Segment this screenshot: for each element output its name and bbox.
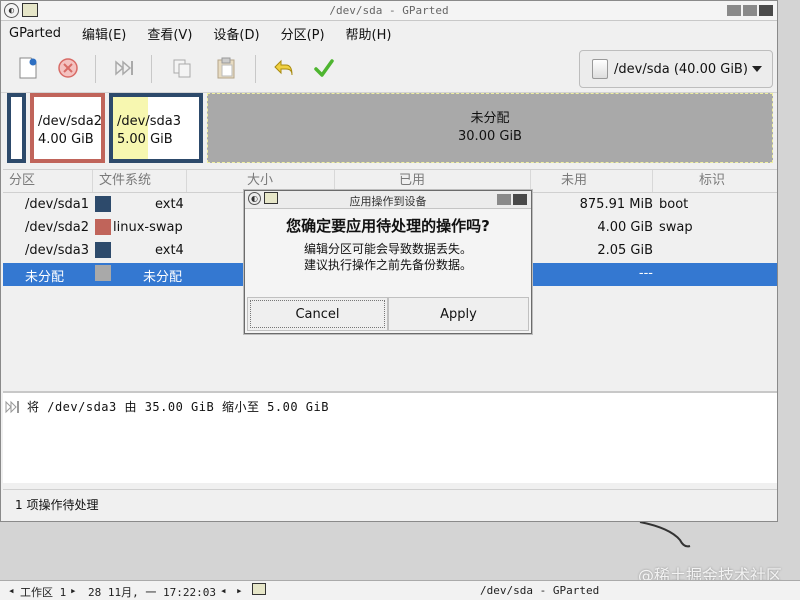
- device-selector[interactable]: /dev/sda (40.00 GiB): [579, 50, 773, 88]
- unused-value: ---: [638, 266, 653, 281]
- chevron-down-icon: [752, 66, 762, 72]
- statusbar: 1 项操作待处理: [3, 489, 777, 517]
- dialog-message: 编辑分区可能会导致数据丢失。 建议执行操作之前先备份数据。: [245, 241, 531, 273]
- new-icon: [19, 57, 37, 79]
- flags-value: swap: [659, 220, 693, 235]
- filesystem-label: ext4: [155, 197, 184, 212]
- partition-name: 未分配: [25, 270, 65, 285]
- column-unused[interactable]: 未用: [531, 170, 653, 192]
- partition-block-sda2[interactable]: /dev/sda2 4.00 GiB: [30, 93, 105, 163]
- column-partition[interactable]: 分区: [3, 170, 93, 192]
- apply-icon: [314, 59, 334, 77]
- paste-button[interactable]: [211, 53, 241, 83]
- filesystem-color-swatch: [95, 242, 111, 258]
- toolbar-separator: [95, 55, 96, 83]
- copy-icon: [173, 59, 191, 78]
- flags-value: boot: [659, 197, 689, 212]
- resize-icon: [5, 400, 19, 413]
- undo-icon: [274, 59, 293, 76]
- dialog-titlebar[interactable]: ◐ 应用操作到设备: [245, 191, 531, 209]
- partition-block-sda1[interactable]: [7, 93, 26, 163]
- arrow-left-icon[interactable]: ◂: [220, 584, 227, 597]
- dialog-message-line: 建议执行操作之前先备份数据。: [303, 258, 472, 272]
- workspace-label[interactable]: 工作区 1: [20, 584, 66, 600]
- partition-name: /dev/sda2: [25, 220, 89, 235]
- unused-value: 2.05 GiB: [597, 243, 653, 258]
- menu-gparted[interactable]: GParted: [9, 26, 70, 41]
- partition-block-name: /dev/sda2: [38, 114, 102, 129]
- partition-block-size: 30.00 GiB: [458, 129, 522, 144]
- menubar: GParted 编辑(E) 查看(V) 设备(D) 分区(P) 帮助(H): [1, 21, 777, 45]
- filesystem-color-swatch: [95, 219, 111, 235]
- menu-edit[interactable]: 编辑(E): [82, 24, 135, 43]
- filesystem-color-swatch: [95, 196, 111, 212]
- taskbar: ◂ 工作区 1 ▸ 28 11月, 一 17:22:03 ◂ ▸ /dev/sd…: [0, 580, 800, 600]
- taskbar-window-title[interactable]: /dev/sda - GParted: [480, 584, 599, 597]
- partition-block-sda3[interactable]: /dev/sda3 5.00 GiB: [109, 93, 203, 163]
- cancel-button[interactable]: Cancel: [247, 297, 388, 331]
- partition-block-name: /dev/sda3: [117, 114, 181, 129]
- paste-icon: [217, 57, 235, 79]
- menu-partition[interactable]: 分区(P): [281, 24, 334, 43]
- column-flags[interactable]: 标识: [653, 170, 775, 192]
- arrow-left-icon[interactable]: ◂: [8, 584, 15, 597]
- delete-icon: [58, 58, 78, 78]
- new-partition-button[interactable]: [13, 53, 43, 83]
- filesystem-label: 未分配: [143, 270, 183, 285]
- close-button[interactable]: [513, 194, 527, 205]
- operation-item[interactable]: 将 /dev/sda3 由 35.00 GiB 缩小至 5.00 GiB: [5, 398, 329, 415]
- partition-name: /dev/sda3: [25, 243, 89, 258]
- partition-map: /dev/sda2 4.00 GiB /dev/sda3 5.00 GiB 未分…: [7, 93, 773, 165]
- menu-view[interactable]: 查看(V): [147, 24, 201, 43]
- maximize-button[interactable]: [497, 194, 511, 205]
- copy-button[interactable]: [167, 53, 197, 83]
- dialog-message-line: 编辑分区可能会导致数据丢失。: [303, 242, 472, 256]
- filesystem-label: ext4: [155, 243, 184, 258]
- disk-icon: [592, 59, 608, 79]
- unused-value: 4.00 GiB: [597, 220, 653, 235]
- undo-button[interactable]: [269, 53, 299, 83]
- menu-device[interactable]: 设备(D): [213, 24, 268, 43]
- delete-partition-button[interactable]: [53, 53, 83, 83]
- window-title: /dev/sda - GParted: [329, 4, 449, 17]
- column-filesystem[interactable]: 文件系统: [93, 170, 187, 192]
- device-label: /dev/sda (40.00 GiB): [614, 61, 748, 77]
- clock: 28 11月, 一 17:22:03: [88, 586, 216, 599]
- apply-button[interactable]: [309, 53, 339, 83]
- dialog-title: 应用操作到设备: [349, 195, 427, 208]
- partition-block-size: 5.00 GiB: [117, 132, 173, 147]
- unused-value: 875.91 MiB: [579, 197, 653, 212]
- toolbar: /dev/sda (40.00 GiB): [1, 45, 777, 93]
- minimize-button[interactable]: [727, 5, 741, 16]
- app-icon[interactable]: [252, 583, 266, 595]
- partition-block-size: 4.00 GiB: [38, 132, 94, 147]
- arrow-right-icon[interactable]: ▸: [236, 584, 243, 597]
- toolbar-separator: [151, 55, 152, 83]
- filesystem-label: linux-swap: [113, 220, 183, 235]
- partition-block-unallocated[interactable]: 未分配 30.00 GiB: [207, 93, 773, 163]
- status-text: 1 项操作待处理: [15, 498, 99, 512]
- dialog-heading: 您确定要应用待处理的操作吗?: [286, 217, 490, 235]
- dialog-buttons: Cancel Apply: [247, 297, 529, 331]
- resize-icon: [115, 60, 133, 76]
- column-size[interactable]: 大小: [187, 170, 335, 192]
- window-titlebar[interactable]: ◐ /dev/sda - GParted: [1, 1, 777, 21]
- maximize-button[interactable]: [743, 5, 757, 16]
- column-used[interactable]: 已用: [335, 170, 531, 192]
- close-button[interactable]: [759, 5, 773, 16]
- pending-operations-panel: 将 /dev/sda3 由 35.00 GiB 缩小至 5.00 GiB: [3, 391, 777, 483]
- resize-move-button[interactable]: [109, 53, 139, 83]
- toolbar-separator: [255, 55, 256, 83]
- menu-help[interactable]: 帮助(H): [346, 24, 401, 43]
- filesystem-color-swatch: [95, 265, 111, 281]
- arrow-right-icon[interactable]: ▸: [70, 584, 77, 597]
- operation-text: 将 /dev/sda3 由 35.00 GiB 缩小至 5.00 GiB: [27, 400, 329, 414]
- apply-button[interactable]: Apply: [388, 297, 529, 331]
- partition-name: /dev/sda1: [25, 197, 89, 212]
- apply-confirm-dialog: ◐ 应用操作到设备 您确定要应用待处理的操作吗? 编辑分区可能会导致数据丢失。 …: [244, 190, 532, 334]
- partition-block-name: 未分配: [470, 111, 510, 126]
